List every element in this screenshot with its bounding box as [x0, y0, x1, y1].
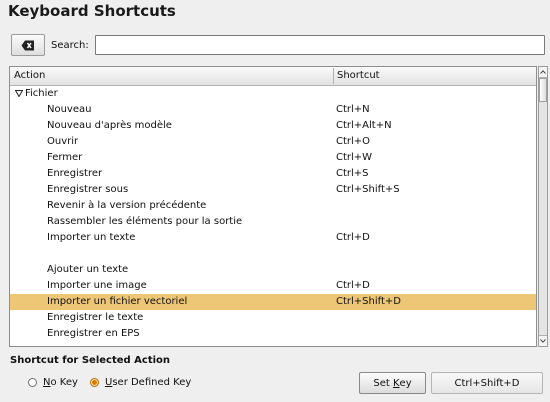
column-header-shortcut[interactable]: Shortcut: [337, 70, 380, 81]
row-shortcut: Ctrl+W: [336, 152, 373, 163]
row-action: Nouveau: [47, 104, 92, 115]
tree-row[interactable]: Nouveau Ctrl+N: [10, 102, 536, 118]
tree-row[interactable]: Importer une image Ctrl+D: [10, 278, 536, 294]
scroll-down-button[interactable]: [539, 335, 547, 346]
tree-row[interactable]: Enregistrer en EPS: [10, 326, 536, 342]
row-shortcut: Ctrl+D: [336, 280, 370, 291]
radio-user-defined-label: User Defined Key: [105, 377, 192, 388]
column-separator[interactable]: [333, 68, 334, 84]
tree-group-fichier[interactable]: Fichier: [10, 86, 536, 102]
row-shortcut: Ctrl+O: [336, 136, 371, 147]
chevron-up-icon: [540, 70, 546, 74]
current-key-display: Ctrl+Shift+D: [431, 372, 543, 394]
row-action: Ouvrir: [47, 136, 79, 147]
tree-row[interactable]: Revenir à la version précédente: [10, 198, 536, 214]
scroll-up-button[interactable]: [539, 67, 547, 78]
tree-row[interactable]: Ouvrir Ctrl+O: [10, 134, 536, 150]
tree-row[interactable]: Importer un texte Ctrl+D: [10, 230, 536, 246]
vertical-scrollbar[interactable]: [538, 66, 548, 347]
search-input[interactable]: [95, 35, 545, 55]
radio-user-defined-indicator[interactable]: [90, 378, 99, 387]
tree-row[interactable]: Enregistrer sous Ctrl+Shift+S: [10, 182, 536, 198]
tree-row[interactable]: Ajouter un texte: [10, 262, 536, 278]
row-shortcut: Ctrl+Shift+S: [336, 184, 400, 195]
tree-rows: Fichier Nouveau Ctrl+N Nouveau d'après mod…: [10, 86, 536, 342]
row-action: Importer un texte: [47, 232, 136, 243]
tree-header: Action Shortcut: [10, 67, 536, 86]
column-header-action[interactable]: Action: [14, 70, 45, 81]
row-action: Importer une image: [47, 280, 147, 291]
tree-row[interactable]: Nouveau d'après modèle Ctrl+Alt+N: [10, 118, 536, 134]
row-action: Ajouter un texte: [47, 264, 129, 275]
tree-row-selected[interactable]: Importer un fichier vectoriel Ctrl+Shift+…: [10, 294, 536, 310]
row-shortcut: Ctrl+S: [336, 168, 369, 179]
tree-row[interactable]: Enregistrer le texte: [10, 310, 536, 326]
row-action: Nouveau d'après modèle: [47, 120, 172, 131]
row-action: Fermer: [47, 152, 83, 163]
section-title: Shortcut for Selected Action: [10, 355, 171, 366]
row-action: Enregistrer en EPS: [47, 328, 140, 339]
expander-open-icon[interactable]: [15, 90, 23, 97]
radio-no-key-indicator[interactable]: [28, 378, 37, 387]
radio-no-key[interactable]: No Key: [28, 377, 78, 388]
row-action: Enregistrer: [47, 168, 103, 179]
row-action: Importer un fichier vectoriel: [47, 296, 188, 307]
shortcuts-tree[interactable]: Action Shortcut Fichier Nouveau Ctrl+N Nou…: [9, 66, 537, 347]
radio-no-key-label: No Key: [43, 377, 78, 388]
group-label: Fichier: [25, 88, 58, 99]
tree-row[interactable]: [10, 246, 536, 262]
row-shortcut: Ctrl+N: [336, 104, 370, 115]
row-action: Enregistrer sous: [47, 184, 129, 195]
tree-row[interactable]: Enregistrer Ctrl+S: [10, 166, 536, 182]
row-shortcut: Ctrl+Shift+D: [336, 296, 401, 307]
set-key-button[interactable]: Set Key: [359, 372, 426, 394]
row-shortcut: Ctrl+D: [336, 232, 370, 243]
clear-search-button[interactable]: [11, 34, 45, 56]
chevron-down-icon: [540, 339, 546, 343]
row-shortcut: Ctrl+Alt+N: [336, 120, 392, 131]
row-action: Rassembler les éléments pour la sortie: [47, 216, 243, 227]
tree-row[interactable]: Rassembler les éléments pour la sortie: [10, 214, 536, 230]
row-action: Revenir à la version précédente: [47, 200, 207, 211]
radio-user-defined-key[interactable]: User Defined Key: [90, 377, 191, 388]
scrollbar-thumb[interactable]: [539, 78, 547, 102]
clear-input-icon: [21, 40, 34, 50]
row-action: Enregistrer le texte: [47, 312, 144, 323]
tree-row[interactable]: Fermer Ctrl+W: [10, 150, 536, 166]
search-label: Search:: [51, 40, 89, 51]
window-title: Keyboard Shortcuts: [8, 2, 176, 20]
